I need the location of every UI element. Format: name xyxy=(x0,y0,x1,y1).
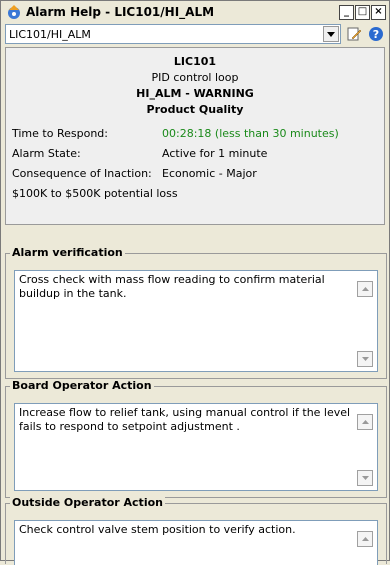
maximize-button[interactable]: □ xyxy=(355,4,370,20)
edit-note-icon[interactable] xyxy=(345,25,363,43)
tag-description: PID control loop xyxy=(151,71,239,84)
time-to-respond-label: Time to Respond: xyxy=(12,127,108,140)
consequence-label: Consequence of Inaction: xyxy=(12,167,152,180)
alarm-category: Product Quality xyxy=(146,103,244,116)
outside-operator-text: Check control valve stem position to ver… xyxy=(19,523,296,536)
board-operator-textbox[interactable]: Increase flow to relief tank, using manu… xyxy=(14,403,378,491)
toolbar: LIC101/HI_ALM ? xyxy=(1,23,389,45)
alarm-state-label: Alarm State: xyxy=(12,147,81,160)
time-to-respond-value: 00:28:18 (less than 30 minutes) xyxy=(162,127,339,140)
alarm-verification-textbox[interactable]: Cross check with mass flow reading to co… xyxy=(14,270,378,372)
alarm-selector[interactable]: LIC101/HI_ALM xyxy=(5,24,341,44)
outside-operator-group: Outside Operator Action Check control va… xyxy=(5,496,387,565)
alarm-state-value: Active for 1 minute xyxy=(162,147,268,160)
minimize-button[interactable]: _ xyxy=(339,4,354,20)
alarm-help-icon xyxy=(6,4,22,20)
tag-name: LIC101 xyxy=(173,55,217,68)
alarm-verification-text: Cross check with mass flow reading to co… xyxy=(19,273,325,300)
info-row: Alarm State: Active for 1 minute xyxy=(12,146,378,162)
board-operator-group: Board Operator Action Increase flow to r… xyxy=(5,379,387,498)
scroll-up-button[interactable] xyxy=(357,414,373,430)
chevron-down-icon[interactable] xyxy=(323,26,339,42)
alarm-verification-title: Alarm verification xyxy=(10,246,125,259)
scroll-down-button[interactable] xyxy=(357,470,373,486)
info-row: Time to Respond: 00:28:18 (less than 30 … xyxy=(12,126,378,142)
title-bar: Alarm Help - LIC101/HI_ALM _ □ × xyxy=(1,1,389,23)
alarm-info-panel: LIC101 PID control loop HI_ALM - WARNING… xyxy=(5,47,385,225)
svg-text:?: ? xyxy=(373,28,379,41)
board-operator-text: Increase flow to relief tank, using manu… xyxy=(19,406,351,433)
alarm-selector-value: LIC101/HI_ALM xyxy=(9,27,91,41)
help-icon[interactable]: ? xyxy=(367,25,385,43)
scroll-up-button[interactable] xyxy=(357,281,373,297)
consequence-value: Economic - Major xyxy=(162,167,257,180)
alarm-name: HI_ALM - WARNING xyxy=(136,87,254,100)
close-button[interactable]: × xyxy=(371,4,386,20)
potential-loss: $100K to $500K potential loss xyxy=(12,187,178,200)
outside-operator-title: Outside Operator Action xyxy=(10,496,165,509)
info-row: Consequence of Inaction: Economic - Majo… xyxy=(12,166,378,182)
scroll-up-button[interactable] xyxy=(357,531,373,547)
scroll-down-button[interactable] xyxy=(357,351,373,367)
board-operator-title: Board Operator Action xyxy=(10,379,154,392)
alarm-help-window: Alarm Help - LIC101/HI_ALM _ □ × LIC101/… xyxy=(0,0,390,565)
alarm-verification-group: Alarm verification Cross check with mass… xyxy=(5,246,387,379)
outside-operator-textbox[interactable]: Check control valve stem position to ver… xyxy=(14,520,378,565)
window-title: Alarm Help - LIC101/HI_ALM xyxy=(26,5,215,19)
